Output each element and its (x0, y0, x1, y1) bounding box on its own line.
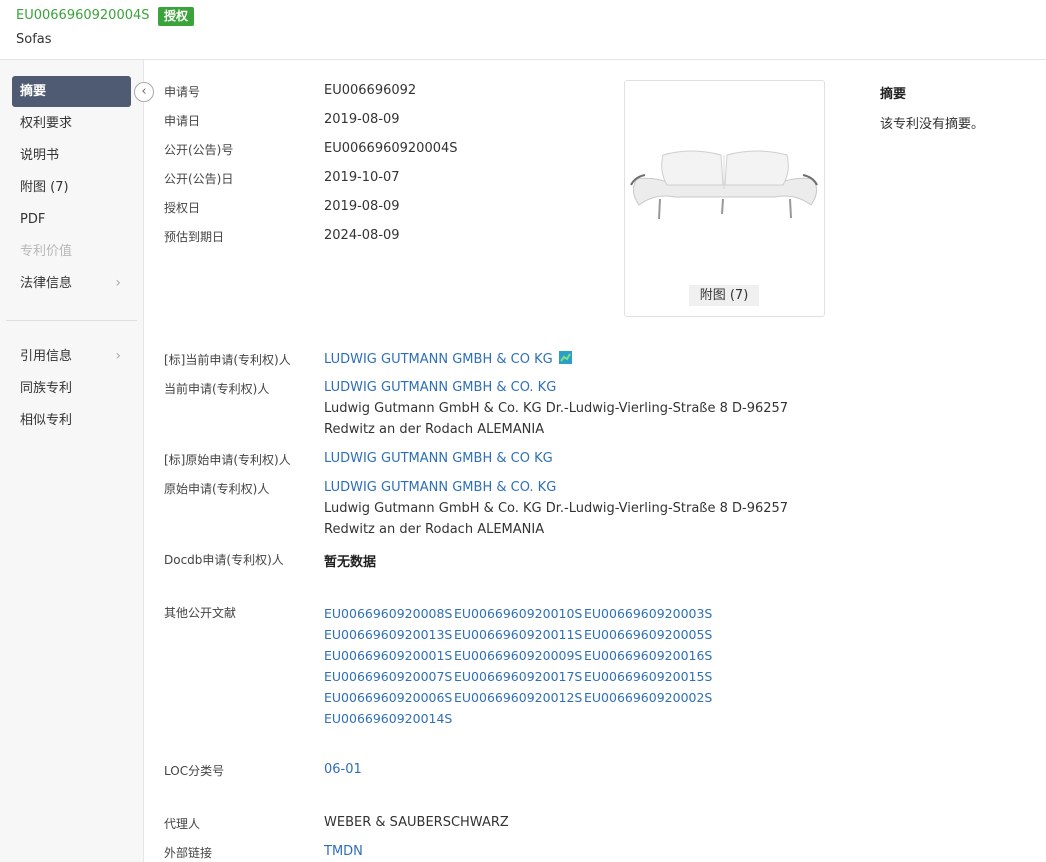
grant-date-value: 2019-08-09 (324, 199, 400, 214)
publication-number-value: EU0066960920004S (324, 141, 458, 156)
publication-link[interactable]: EU0066960920002S (584, 687, 714, 708)
application-number-label: 申请号 (164, 85, 201, 99)
publication-date-value: 2019-10-07 (324, 170, 400, 185)
sidebar-item-claims[interactable]: 权利要求 (12, 108, 131, 139)
publication-link[interactable]: EU0066960920015S (584, 666, 714, 687)
publication-link[interactable]: EU0066960920008S (324, 603, 454, 624)
std-current-applicant-label: [标]当前申请(专利权)人 (164, 353, 291, 367)
sidebar-item-drawings[interactable]: 附图 (7) (12, 172, 131, 203)
publication-link[interactable]: EU0066960920003S (584, 603, 714, 624)
original-applicant-address-1: Ludwig Gutmann GmbH & Co. KG Dr.-Ludwig-… (324, 501, 789, 516)
publication-link[interactable]: EU0066960920016S (584, 645, 714, 666)
application-date-label: 申请日 (164, 114, 201, 128)
sidebar-item-label: 附图 (7) (20, 180, 69, 195)
publication-link[interactable]: EU0066960920017S (454, 666, 584, 687)
expiry-date-label: 预估到期日 (164, 230, 225, 244)
sidebar-item-label: 法律信息 (20, 276, 73, 291)
sidebar-item-label: 说明书 (20, 148, 60, 163)
abstract-text: 该专利没有摘要。 (880, 117, 985, 132)
publication-link[interactable]: EU0066960920013S (324, 624, 454, 645)
patent-title: Sofas (16, 32, 52, 47)
collapse-sidebar-button[interactable]: ‹ (134, 82, 154, 102)
sidebar-item-label: 同族专利 (20, 381, 73, 396)
original-applicant-label: 原始申请(专利权)人 (164, 482, 270, 496)
sidebar-item-similar[interactable]: 相似专利 (12, 405, 131, 436)
publication-link[interactable]: EU0066960920010S (454, 603, 584, 624)
loc-class-label: LOC分类号 (164, 764, 225, 778)
sidebar-item-description[interactable]: 说明书 (12, 140, 131, 171)
status-badge: 授权 (158, 7, 195, 26)
sidebar-item-family[interactable]: 同族专利 (12, 373, 131, 404)
other-publications-label: 其他公开文献 (164, 606, 237, 620)
loc-class-link[interactable]: 06-01 (324, 762, 362, 777)
docdb-applicant-label: Docdb申请(专利权)人 (164, 553, 284, 567)
sidebar-item-patent-value: 专利价值 (12, 236, 131, 267)
publication-date-label: 公开(公告)日 (164, 172, 234, 186)
abstract-heading: 摘要 (880, 87, 907, 102)
current-applicant-address-2: Redwitz an der Rodach ALEMANIA (324, 422, 545, 437)
figure-caption[interactable]: 附图 (7) (689, 285, 759, 306)
std-original-applicant-link[interactable]: LUDWIG GUTMANN GMBH & CO KG (324, 451, 553, 466)
docdb-applicant-value: 暂无数据 (324, 555, 377, 570)
other-publications-list: EU0066960920008S EU0066960920010S EU006696… (324, 603, 744, 729)
std-current-applicant-link[interactable]: LUDWIG GUTMANN GMBH & CO KG (324, 351, 572, 367)
current-applicant-link[interactable]: LUDWIG GUTMANN GMBH & CO. KG (324, 380, 556, 395)
publication-link[interactable]: EU0066960920001S (324, 645, 454, 666)
current-applicant-address-1: Ludwig Gutmann GmbH & Co. KG Dr.-Ludwig-… (324, 401, 789, 416)
sidebar-item-label: 专利价值 (20, 244, 73, 259)
sidebar-item-label: 相似专利 (20, 413, 73, 428)
sidebar-item-label: 权利要求 (20, 116, 73, 131)
original-applicant-link[interactable]: LUDWIG GUTMANN GMBH & CO. KG (324, 480, 556, 495)
publication-link[interactable]: EU0066960920012S (454, 687, 584, 708)
sidebar: 摘要 权利要求 说明书 附图 (7) PDF 专利价值 法律信息 › 引用信息 › … (0, 60, 144, 862)
publication-link[interactable]: EU0066960920009S (454, 645, 584, 666)
grant-date-label: 授权日 (164, 201, 201, 215)
external-link-label: 外部链接 (164, 846, 213, 860)
chevron-right-icon: › (115, 275, 121, 291)
application-date-value: 2019-08-09 (324, 112, 400, 127)
std-current-applicant-name: LUDWIG GUTMANN GMBH & CO KG (324, 352, 553, 367)
sidebar-item-citations[interactable]: 引用信息 › (12, 341, 131, 372)
publication-link[interactable]: EU0066960920011S (454, 624, 584, 645)
header-bar: EU0066960920004S 授权 Sofas (0, 0, 1046, 60)
sidebar-item-label: 引用信息 (20, 349, 73, 364)
external-link-tmdn[interactable]: TMDN (324, 844, 363, 859)
application-number-value: EU006696092 (324, 83, 417, 98)
sidebar-item-legal-info[interactable]: 法律信息 › (12, 268, 131, 299)
agent-label: 代理人 (164, 817, 201, 831)
publication-number-label: 公开(公告)号 (164, 143, 234, 157)
original-applicant-address-2: Redwitz an der Rodach ALEMANIA (324, 522, 545, 537)
agent-value: WEBER & SAUBERSCHWARZ (324, 815, 509, 830)
std-original-applicant-label: [标]原始申请(专利权)人 (164, 453, 291, 467)
publication-link[interactable]: EU0066960920006S (324, 687, 454, 708)
sidebar-item-label: PDF (20, 212, 46, 227)
publication-link[interactable]: EU0066960920007S (324, 666, 454, 687)
chevron-right-icon: › (115, 348, 121, 364)
publication-link[interactable]: EU0066960920014S (324, 708, 454, 729)
sofa-image (630, 150, 818, 220)
trend-chart-icon[interactable] (558, 351, 572, 364)
sidebar-item-abstract[interactable]: 摘要 (12, 76, 131, 107)
sidebar-divider (6, 320, 137, 321)
chevron-left-icon: ‹ (141, 84, 147, 99)
publication-link[interactable]: EU0066960920005S (584, 624, 714, 645)
sidebar-item-pdf[interactable]: PDF (12, 204, 131, 235)
current-applicant-label: 当前申请(专利权)人 (164, 382, 270, 396)
patent-id: EU0066960920004S (16, 8, 150, 23)
figure-thumbnail[interactable]: 附图 (7) (624, 80, 825, 317)
sidebar-item-label: 摘要 (20, 84, 47, 99)
expiry-date-value: 2024-08-09 (324, 228, 400, 243)
